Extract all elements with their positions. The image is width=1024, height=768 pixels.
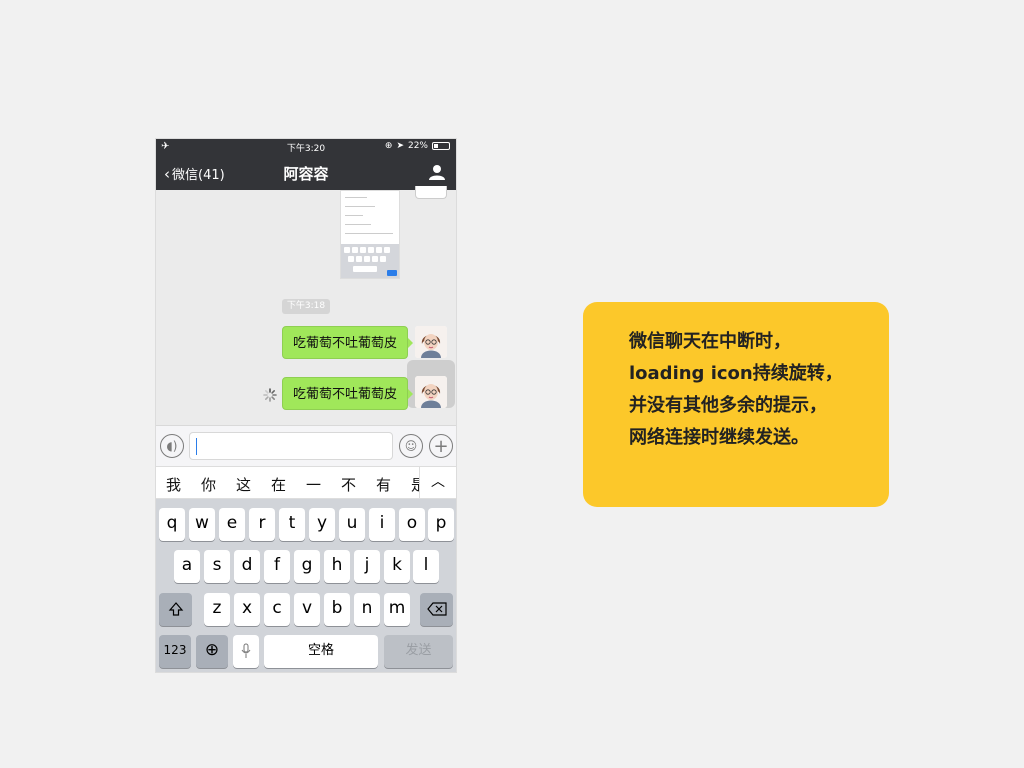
candidate-word[interactable]: 在 — [271, 474, 286, 495]
key[interactable]: s — [204, 550, 230, 583]
microphone-key[interactable] — [233, 635, 259, 668]
keyboard: q w e r t y u i o p a s d f g h j k l z … — [156, 499, 456, 672]
phone-screen: ✈ 下午3:20 ⊕ ➤ 22% ‹ 微信(41) 阿容容 下午3:18 吃葡萄… — [156, 139, 456, 672]
text-caret — [196, 438, 197, 455]
avatar[interactable] — [415, 376, 447, 408]
backspace-key[interactable] — [420, 593, 453, 626]
key[interactable]: b — [324, 593, 350, 626]
key[interactable]: j — [354, 550, 380, 583]
annotation-card: 微信聊天在中断时，loading icon持续旋转，并没有其他多余的提示，网络连… — [583, 302, 889, 507]
key[interactable]: r — [249, 508, 275, 541]
chat-title: 阿容容 — [283, 165, 329, 183]
message-input[interactable] — [189, 432, 393, 460]
avatar-illustration-icon — [415, 376, 447, 408]
loading-spinner-icon — [263, 388, 277, 402]
numbers-key[interactable]: 123 — [159, 635, 191, 668]
key[interactable]: f — [264, 550, 290, 583]
emoji-button[interactable]: ☺ — [399, 434, 423, 458]
more-button[interactable]: + — [429, 434, 453, 458]
candidate-bar: 我 你 这 在 一 不 有 是 ︿ — [156, 466, 456, 499]
key[interactable]: p — [428, 508, 454, 541]
battery-icon — [432, 142, 450, 150]
emoji-icon: ☺ — [404, 439, 418, 453]
key[interactable]: e — [219, 508, 245, 541]
rotation-lock-icon: ⊕ — [384, 141, 393, 151]
key[interactable]: z — [204, 593, 230, 626]
key[interactable]: o — [399, 508, 425, 541]
input-bar: ◖) ☺ + — [156, 425, 456, 467]
voice-button[interactable]: ◖) — [160, 434, 184, 458]
key[interactable]: c — [264, 593, 290, 626]
key[interactable]: q — [159, 508, 185, 541]
key[interactable]: l — [413, 550, 439, 583]
candidate-word[interactable]: 一 — [306, 474, 321, 495]
key[interactable]: n — [354, 593, 380, 626]
shift-icon — [168, 602, 183, 616]
backspace-icon — [426, 602, 447, 616]
candidate-word[interactable]: 我 — [166, 474, 181, 495]
top-bar: ✈ 下午3:20 ⊕ ➤ 22% ‹ 微信(41) 阿容容 — [156, 139, 456, 190]
microphone-icon — [241, 643, 251, 658]
nav-bar: ‹ 微信(41) 阿容容 — [156, 155, 456, 190]
message-timestamp: 下午3:18 — [282, 299, 330, 314]
key[interactable]: u — [339, 508, 365, 541]
location-icon: ➤ — [396, 141, 404, 151]
chat-area[interactable]: 下午3:18 吃葡萄不吐葡萄皮 吃葡萄不吐葡萄皮 — [156, 186, 456, 425]
shift-key[interactable] — [159, 593, 192, 626]
message-bubble-sending[interactable]: 吃葡萄不吐葡萄皮 — [281, 377, 414, 410]
key[interactable]: w — [189, 508, 215, 541]
candidate-word[interactable]: 这 — [236, 474, 251, 495]
globe-key[interactable]: ⊕ — [196, 635, 228, 668]
avatar-illustration-icon — [415, 326, 447, 358]
avatar[interactable] — [415, 186, 447, 199]
expand-candidates-button[interactable]: ︿ — [419, 467, 456, 498]
key[interactable]: i — [369, 508, 395, 541]
status-bar: ✈ 下午3:20 ⊕ ➤ 22% — [156, 139, 456, 155]
contact-person-icon[interactable] — [428, 163, 446, 181]
key[interactable]: k — [384, 550, 410, 583]
chevron-up-icon: ︿ — [431, 474, 445, 490]
annotation-text: 微信聊天在中断时，loading icon持续旋转，并没有其他多余的提示，网络连… — [629, 331, 843, 448]
battery-percent: 22% — [407, 141, 428, 151]
key[interactable]: d — [234, 550, 260, 583]
avatar[interactable] — [415, 326, 447, 358]
candidate-word[interactable]: 你 — [201, 474, 216, 495]
candidate-word[interactable]: 不 — [341, 474, 356, 495]
status-right: ⊕ ➤ 22% — [385, 141, 450, 151]
key[interactable]: t — [279, 508, 305, 541]
key[interactable]: a — [174, 550, 200, 583]
plus-icon: + — [433, 435, 449, 457]
key[interactable]: y — [309, 508, 335, 541]
key[interactable]: v — [294, 593, 320, 626]
key[interactable]: h — [324, 550, 350, 583]
space-key[interactable]: 空格 — [264, 635, 378, 668]
key[interactable]: m — [384, 593, 410, 626]
candidate-word[interactable]: 有 — [376, 474, 391, 495]
voice-icon: ◖) — [166, 439, 178, 453]
image-message-thumbnail[interactable] — [340, 190, 400, 279]
globe-icon: ⊕ — [204, 640, 220, 660]
key[interactable]: x — [234, 593, 260, 626]
message-bubble[interactable]: 吃葡萄不吐葡萄皮 — [281, 326, 414, 359]
send-key[interactable]: 发送 — [384, 635, 453, 668]
key[interactable]: g — [294, 550, 320, 583]
